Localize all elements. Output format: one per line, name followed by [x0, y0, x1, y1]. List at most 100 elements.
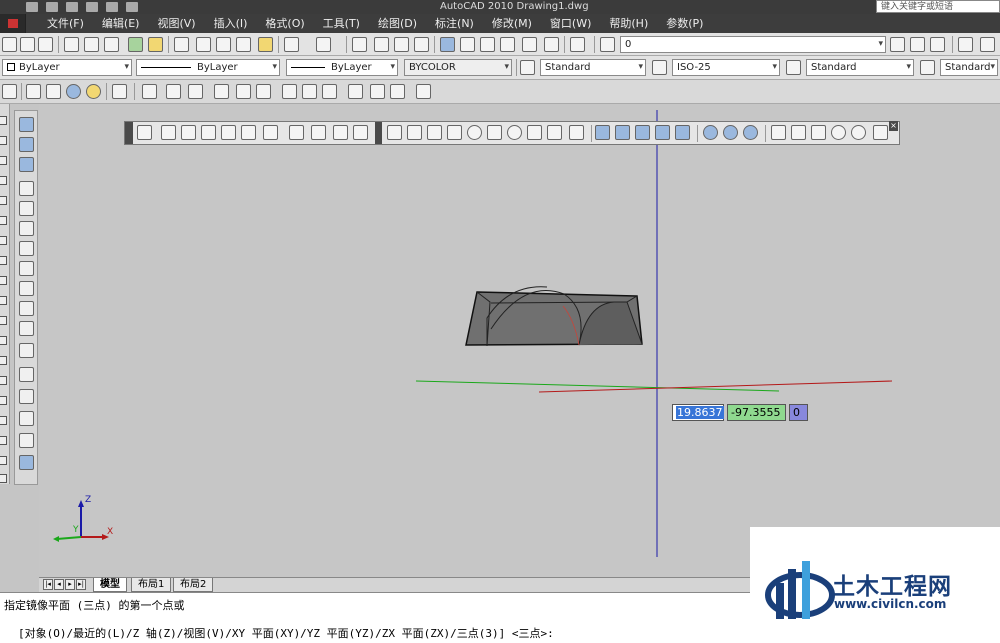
- menu-parametric[interactable]: 参数(P): [657, 14, 712, 33]
- color-combo[interactable]: ByLayer: [2, 59, 132, 76]
- rectangle-icon[interactable]: [0, 196, 7, 205]
- polysolid-icon[interactable]: [387, 125, 402, 140]
- dynamic-input-y[interactable]: -97.3555: [727, 404, 786, 421]
- toolbar-grip-2[interactable]: [375, 122, 382, 144]
- publish-icon[interactable]: [104, 37, 119, 52]
- revcloud-icon[interactable]: [0, 256, 7, 265]
- cut-icon[interactable]: [174, 37, 189, 52]
- insert-block-icon[interactable]: [0, 336, 7, 345]
- open-file-icon[interactable]: [20, 37, 35, 52]
- realistic-style-icon[interactable]: [66, 84, 81, 99]
- scale-icon[interactable]: [19, 261, 34, 276]
- sheet-set-icon[interactable]: [500, 37, 515, 52]
- redo-icon[interactable]: [106, 2, 118, 12]
- right-view-icon[interactable]: [221, 125, 236, 140]
- save-icon[interactable]: [66, 2, 78, 12]
- box-icon[interactable]: [407, 125, 422, 140]
- join-icon[interactable]: [19, 367, 34, 382]
- region-icon[interactable]: [0, 436, 7, 445]
- ne-isometric-icon[interactable]: [333, 125, 348, 140]
- 3point-ucs-icon[interactable]: [322, 84, 337, 99]
- menu-window[interactable]: 窗口(W): [541, 14, 600, 33]
- mtext-icon[interactable]: [0, 474, 7, 483]
- face-ucs-icon[interactable]: [214, 84, 229, 99]
- new-file-icon[interactable]: [2, 37, 17, 52]
- offset-icon[interactable]: [19, 181, 34, 196]
- dim-style-icon[interactable]: [652, 60, 667, 75]
- menu-dimension[interactable]: 标注(N): [426, 14, 483, 33]
- presspull-icon[interactable]: [615, 125, 630, 140]
- mirror-icon[interactable]: [19, 157, 34, 172]
- z-rotate-ucs-icon[interactable]: [390, 84, 405, 99]
- open-icon[interactable]: [46, 2, 58, 12]
- tab-model[interactable]: 模型: [93, 578, 127, 592]
- sw-isometric-icon[interactable]: [289, 125, 304, 140]
- first-tab-icon[interactable]: |◂: [43, 579, 53, 590]
- 3d-align-icon[interactable]: [811, 125, 826, 140]
- prev-tab-icon[interactable]: ◂: [54, 579, 64, 590]
- xline-icon[interactable]: [0, 136, 7, 145]
- copy-icon[interactable]: [196, 37, 211, 52]
- menu-edit[interactable]: 编辑(E): [93, 14, 149, 33]
- help-search-input[interactable]: 键入关键字或短语: [876, 0, 1000, 13]
- undo-icon[interactable]: [284, 37, 299, 52]
- apply-ucs-icon[interactable]: [416, 84, 431, 99]
- cylinder-icon[interactable]: [487, 125, 502, 140]
- top-view-icon[interactable]: [161, 125, 176, 140]
- origin-ucs-icon[interactable]: [282, 84, 297, 99]
- cone-icon[interactable]: [447, 125, 462, 140]
- table-icon[interactable]: [0, 456, 7, 465]
- redo-icon[interactable]: [316, 37, 331, 52]
- drawing-canvas[interactable]: Z Y X: [39, 104, 1000, 577]
- dim-style-combo[interactable]: ISO-25: [672, 59, 780, 76]
- text-style-combo[interactable]: Standard: [540, 59, 646, 76]
- erase-icon[interactable]: [19, 117, 34, 132]
- array-icon[interactable]: [19, 201, 34, 216]
- 3d-hidden-icon[interactable]: [46, 84, 61, 99]
- ucs-previous-icon[interactable]: [188, 84, 203, 99]
- plot-preview-icon[interactable]: [84, 37, 99, 52]
- view-ucs-icon[interactable]: [256, 84, 271, 99]
- back-view-icon[interactable]: [263, 125, 278, 140]
- polygon-icon[interactable]: [0, 176, 7, 185]
- ellipse-arc-icon[interactable]: [0, 316, 7, 325]
- polyline-icon[interactable]: [0, 156, 7, 165]
- gradient-icon[interactable]: [0, 416, 7, 425]
- dynamic-input-z[interactable]: 0: [789, 404, 808, 421]
- section-plane-icon[interactable]: [873, 125, 888, 140]
- design-center-icon[interactable]: [460, 37, 475, 52]
- chamfer-icon[interactable]: [19, 389, 34, 404]
- 3d-array-icon[interactable]: [831, 125, 846, 140]
- sphere-icon[interactable]: [467, 125, 482, 140]
- circle-icon[interactable]: [0, 236, 7, 245]
- helix-icon[interactable]: [547, 125, 562, 140]
- plot-icon[interactable]: [126, 2, 138, 12]
- spline-icon[interactable]: [0, 276, 7, 285]
- menu-tools[interactable]: 工具(T): [314, 14, 369, 33]
- last-tab-icon[interactable]: ▸|: [76, 579, 86, 590]
- y-rotate-ucs-icon[interactable]: [370, 84, 385, 99]
- bottom-view-icon[interactable]: [181, 125, 196, 140]
- menu-draw[interactable]: 绘图(D): [369, 14, 426, 33]
- menu-file[interactable]: 文件(F): [38, 14, 93, 33]
- torus-icon[interactable]: [507, 125, 522, 140]
- pyramid-icon[interactable]: [527, 125, 542, 140]
- menu-insert[interactable]: 插入(I): [205, 14, 257, 33]
- extrude-icon[interactable]: [595, 125, 610, 140]
- markup-set-icon[interactable]: [522, 37, 537, 52]
- make-current-layer-icon[interactable]: [890, 37, 905, 52]
- toolbar-grip[interactable]: [125, 122, 133, 144]
- dynamic-input-x[interactable]: 19.8637: [672, 404, 724, 421]
- point-icon[interactable]: [0, 376, 7, 385]
- nw-isometric-icon[interactable]: [353, 125, 368, 140]
- extend-icon[interactable]: [19, 321, 34, 336]
- ucs-icon[interactable]: [142, 84, 157, 99]
- planar-surface-icon[interactable]: [569, 125, 584, 140]
- layer-state-icon[interactable]: [930, 37, 945, 52]
- plot-icon[interactable]: [64, 37, 79, 52]
- help-icon[interactable]: [570, 37, 585, 52]
- etransmit-icon[interactable]: [148, 37, 163, 52]
- z-axis-vector-ucs-icon[interactable]: [302, 84, 317, 99]
- linetype-combo[interactable]: ByLayer: [136, 59, 280, 76]
- ellipse-icon[interactable]: [0, 296, 7, 305]
